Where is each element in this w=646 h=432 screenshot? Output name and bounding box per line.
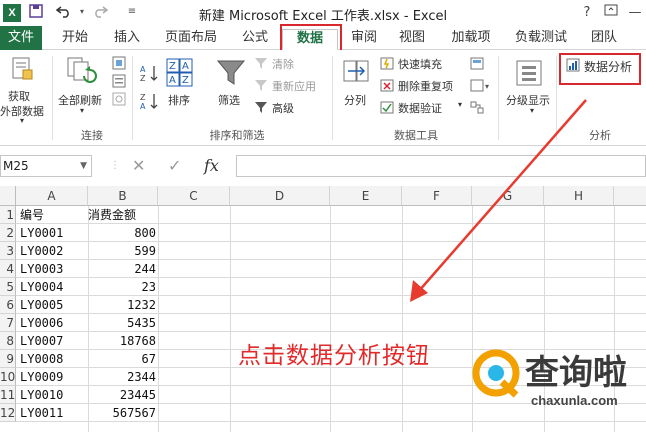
watermark-url: chaxunla.com: [531, 393, 618, 408]
watermark-brand: 查询啦: [525, 353, 627, 393]
instruction-caption: 点击数据分析按钮: [238, 343, 430, 369]
chaxunla-logo-icon: [472, 349, 522, 402]
